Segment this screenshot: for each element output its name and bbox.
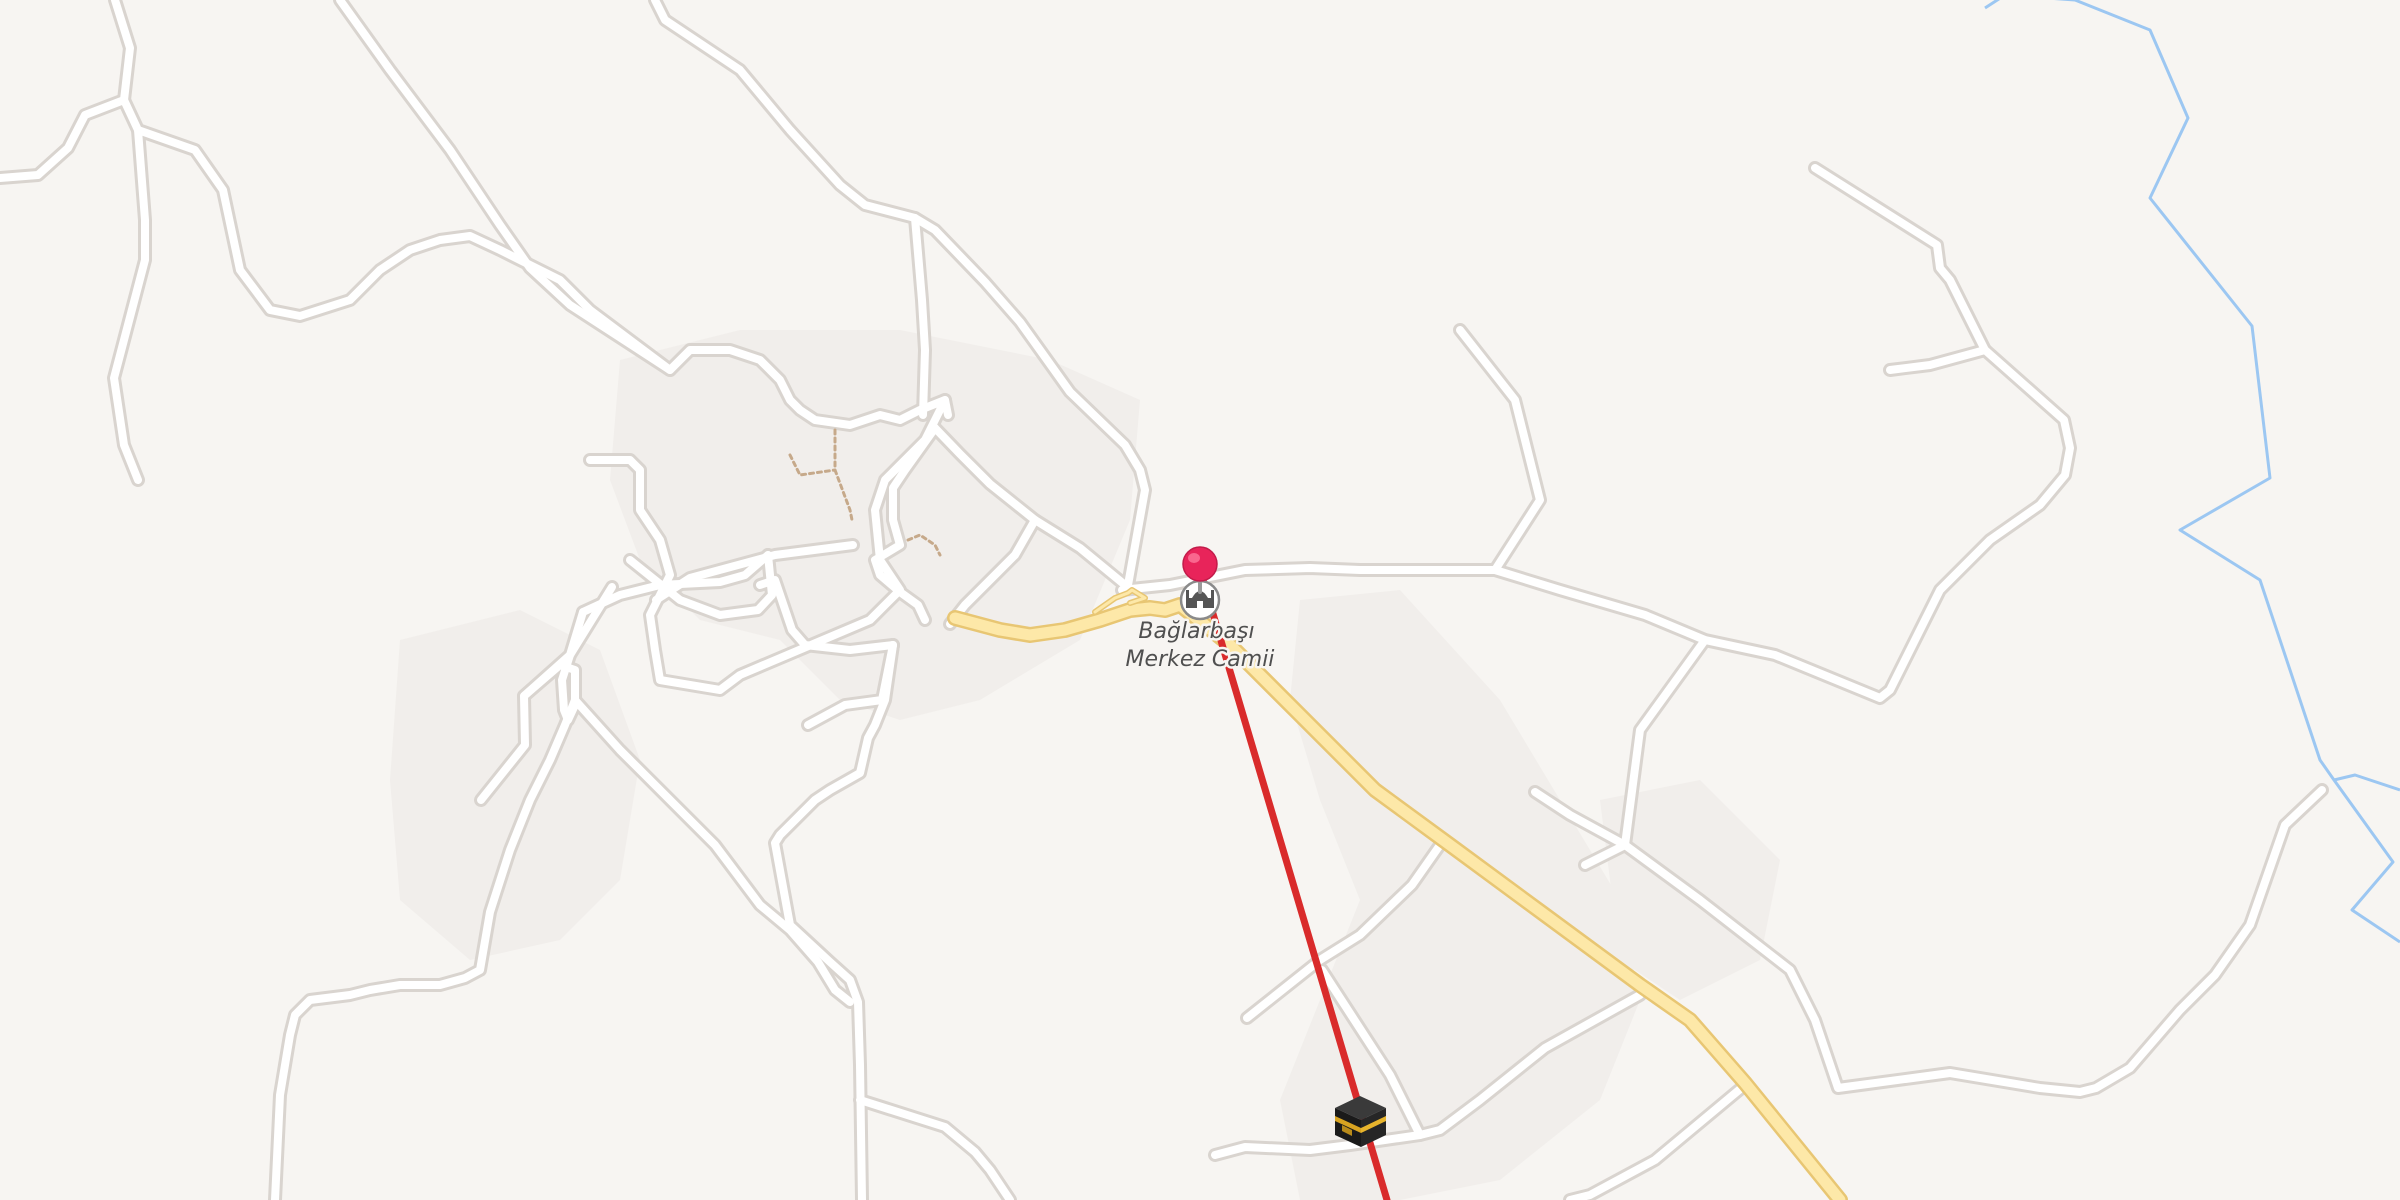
poi-label: Bağlarbaşı Merkez Camii xyxy=(1126,619,1275,672)
poi-name-line2: Merkez Camii xyxy=(1126,647,1275,672)
map-canvas[interactable]: Bağlarbaşı Merkez Camii xyxy=(0,0,2400,1200)
poi-name-line1: Bağlarbaşı xyxy=(1138,619,1254,644)
minor-roads xyxy=(0,0,2329,1200)
stream-line xyxy=(1984,0,2400,944)
